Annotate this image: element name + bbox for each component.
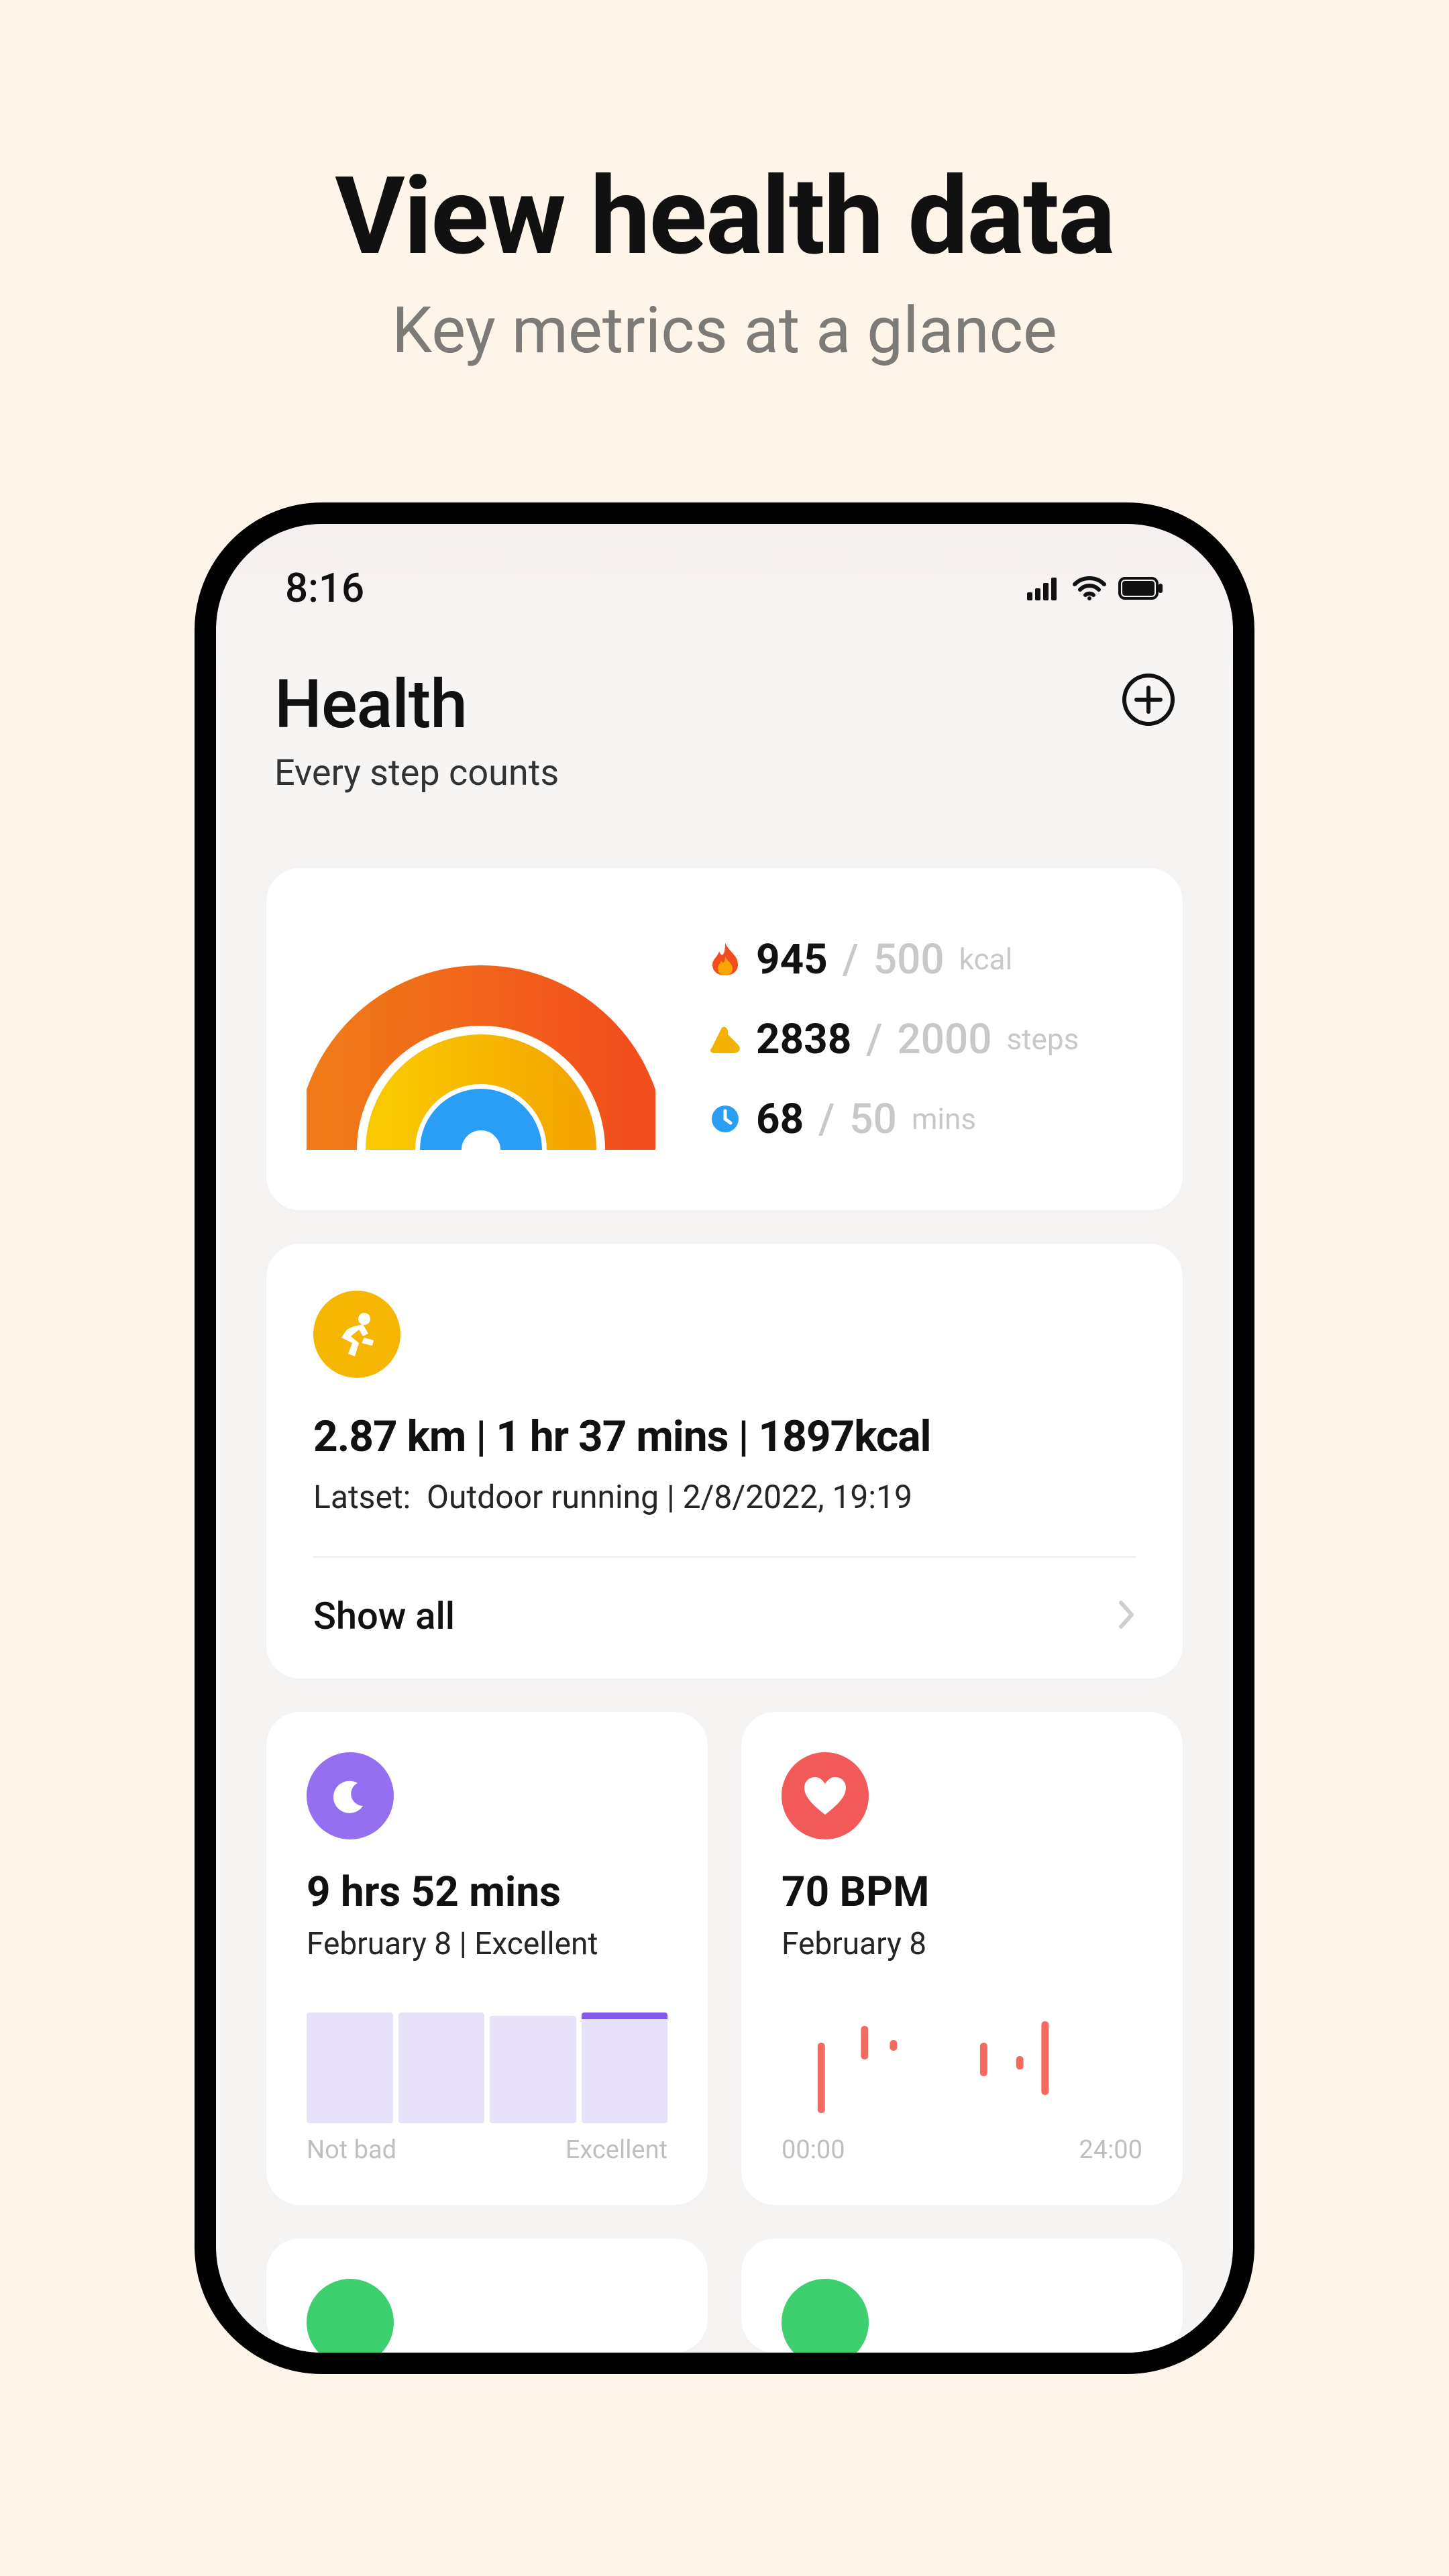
signal-icon <box>1027 576 1061 600</box>
flame-icon <box>709 943 741 975</box>
extra-card-1[interactable] <box>266 2239 708 2353</box>
sleep-scale-high: Excellent <box>566 2135 667 2165</box>
heart-rate-value: 70 BPM <box>782 1868 1142 1917</box>
calories-unit: kcal <box>959 942 1013 977</box>
phone-frame: 8:16 Health Every step counts <box>195 502 1254 2374</box>
activity-rings-icon <box>307 928 655 1150</box>
steps-value: 2838 <box>756 1015 851 1064</box>
sleep-value: 9 hrs 52 mins <box>307 1868 667 1917</box>
sleep-card[interactable]: 9 hrs 52 mins February 8 | Excellent Not… <box>266 1712 708 2205</box>
sleep-date: February 8 | Excellent <box>307 1926 667 1962</box>
status-time: 8:16 <box>285 564 364 612</box>
wifi-icon <box>1073 576 1106 600</box>
sleep-chart: Not bad Excellent <box>307 2009 667 2165</box>
page-subtitle: Every step counts <box>274 752 559 794</box>
extra-card-2[interactable] <box>741 2239 1183 2353</box>
metric-minutes: 68 / 50 mins <box>709 1095 1142 1144</box>
calories-value: 945 <box>756 935 828 984</box>
hr-x-low: 00:00 <box>782 2135 845 2165</box>
page-title: Health <box>274 665 559 744</box>
plus-icon <box>1134 685 1163 714</box>
minutes-goal: 50 <box>849 1095 896 1144</box>
battery-icon <box>1118 577 1164 600</box>
chevron-right-icon <box>1117 1600 1136 1632</box>
minutes-value: 68 <box>756 1095 804 1144</box>
moon-icon <box>307 1752 394 1839</box>
green-card-1-icon <box>307 2279 394 2366</box>
heart-icon <box>782 1752 869 1839</box>
status-icons <box>1027 576 1164 600</box>
green-card-2-icon <box>782 2279 869 2366</box>
heart-rate-card[interactable]: 70 BPM February 8 00:00 24:00 <box>741 1712 1183 2205</box>
activity-summary-card[interactable]: 945 / 500 kcal 2838 / 2000 steps <box>266 868 1183 1210</box>
hero-subtitle: Key metrics at a glance <box>392 293 1057 368</box>
shoe-icon <box>709 1023 741 1055</box>
show-all-label: Show all <box>313 1594 455 1638</box>
clock-icon <box>709 1103 741 1135</box>
hero-title: View health data <box>335 154 1114 280</box>
metric-steps: 2838 / 2000 steps <box>709 1015 1142 1064</box>
workout-stats: 2.87 km | 1 hr 37 mins | 1897kcal <box>313 1411 1136 1462</box>
heart-rate-date: February 8 <box>782 1926 1142 1962</box>
steps-unit: steps <box>1006 1022 1079 1057</box>
show-all-button[interactable]: Show all <box>313 1558 1136 1678</box>
sleep-scale-low: Not bad <box>307 2135 396 2165</box>
workout-latest: Latset: Outdoor running | 2/8/2022, 19:1… <box>313 1478 1136 1516</box>
calories-goal: 500 <box>873 935 945 984</box>
status-bar: 8:16 <box>266 564 1183 612</box>
heart-rate-chart <box>782 2009 1142 2123</box>
minutes-unit: mins <box>912 1102 976 1136</box>
metric-calories: 945 / 500 kcal <box>709 935 1142 984</box>
steps-goal: 2000 <box>898 1015 992 1064</box>
add-button[interactable] <box>1122 674 1175 726</box>
running-icon <box>313 1291 400 1378</box>
hr-x-high: 24:00 <box>1079 2135 1142 2165</box>
workout-card[interactable]: 2.87 km | 1 hr 37 mins | 1897kcal Latset… <box>266 1244 1183 1678</box>
